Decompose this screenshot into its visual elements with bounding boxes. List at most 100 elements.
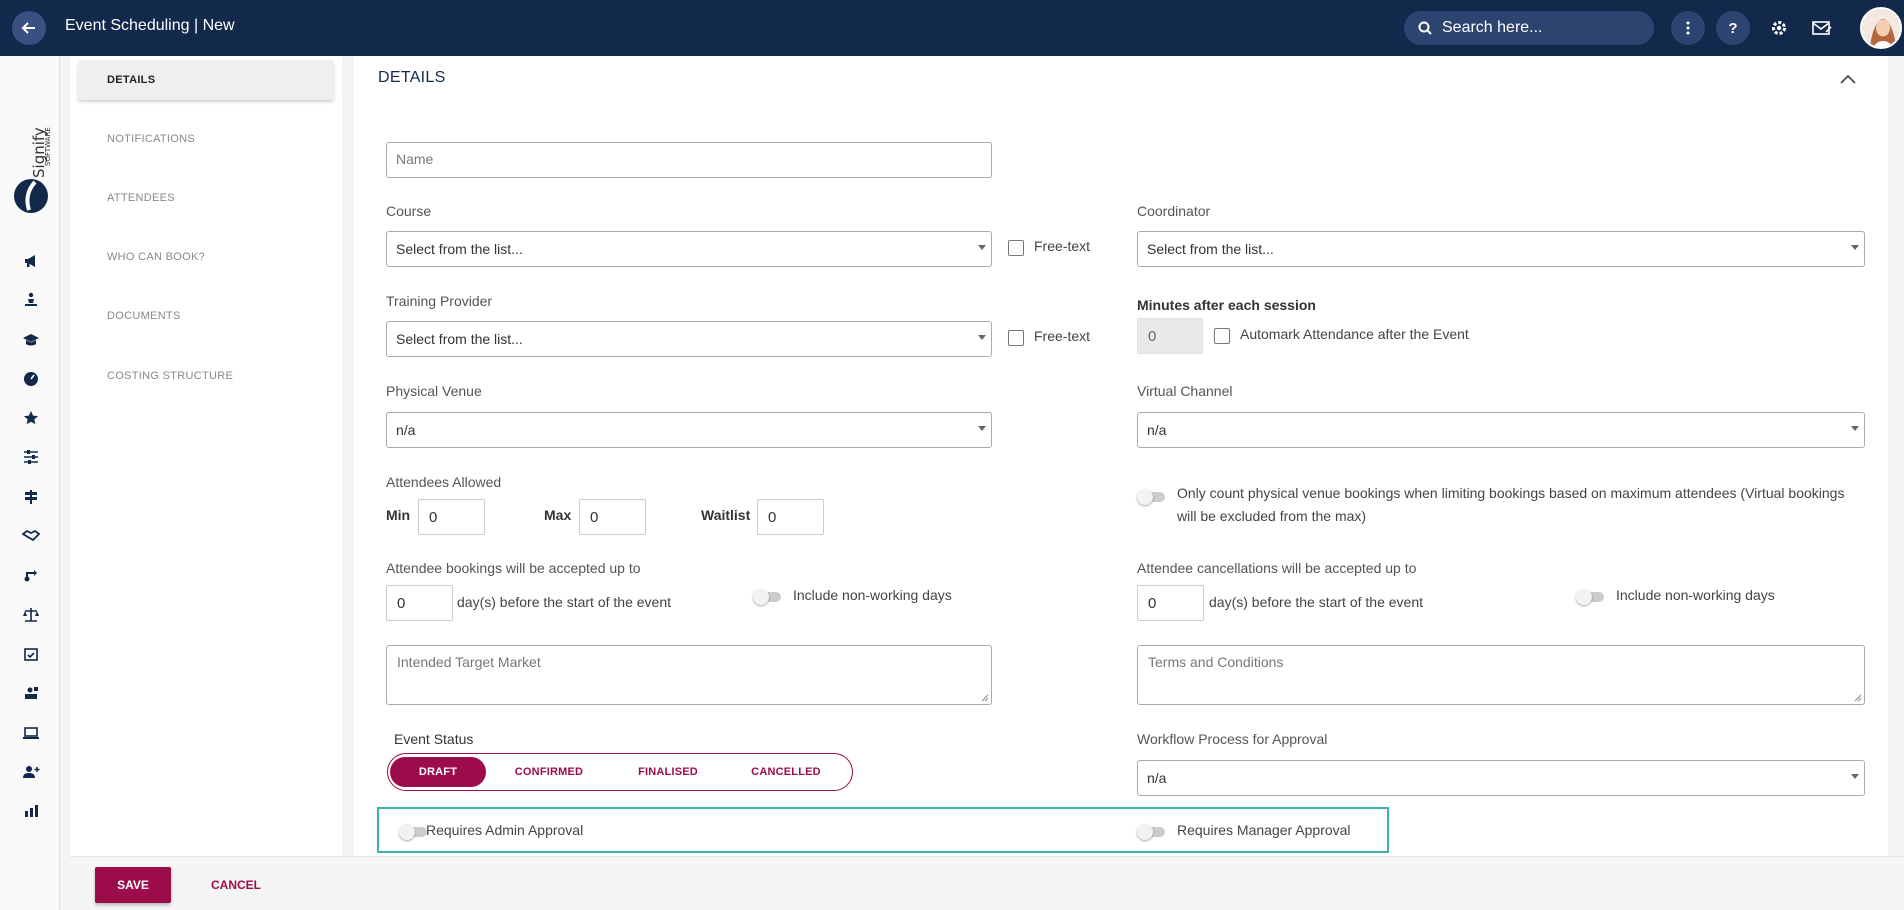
search-icon bbox=[1418, 21, 1432, 35]
physical-venue-select[interactable]: n/a bbox=[386, 412, 992, 448]
user-avatar[interactable] bbox=[1860, 7, 1902, 49]
chevron-down-icon bbox=[1851, 245, 1859, 250]
only-count-physical-toggle[interactable] bbox=[1137, 489, 1167, 505]
status-confirmed-button[interactable]: CONFIRMED bbox=[486, 757, 612, 787]
star-icon[interactable] bbox=[20, 407, 42, 429]
section-documents[interactable]: DOCUMENTS bbox=[78, 296, 334, 336]
handshake-icon[interactable] bbox=[20, 525, 42, 547]
chevron-down-icon bbox=[978, 245, 986, 250]
terms-textarea[interactable]: Terms and Conditions bbox=[1137, 645, 1865, 705]
section-notifications[interactable]: NOTIFICATIONS bbox=[78, 119, 334, 159]
physical-venue-label: Physical Venue bbox=[386, 383, 482, 399]
min-label: Min bbox=[386, 507, 411, 523]
manager-approval-label: Requires Manager Approval bbox=[1177, 822, 1351, 838]
user-add-icon[interactable] bbox=[20, 761, 42, 783]
resize-handle-icon[interactable] bbox=[981, 694, 989, 702]
waitlist-input[interactable]: 0 bbox=[757, 499, 824, 535]
physical-venue-value: n/a bbox=[396, 422, 416, 438]
back-button[interactable] bbox=[12, 11, 46, 45]
chevron-down-icon bbox=[978, 426, 986, 431]
scrollbar[interactable] bbox=[1888, 56, 1904, 856]
scales-icon[interactable] bbox=[20, 604, 42, 626]
settings-button[interactable] bbox=[1767, 16, 1791, 40]
status-cancelled-button[interactable]: CANCELLED bbox=[724, 757, 848, 787]
chevron-down-icon bbox=[978, 335, 986, 340]
course-label: Course bbox=[386, 203, 432, 219]
cancellations-days-input[interactable]: 0 bbox=[1137, 585, 1204, 621]
section-nav: DETAILS NOTIFICATIONS ATTENDEES WHO CAN … bbox=[70, 56, 342, 856]
gear-icon bbox=[1772, 21, 1786, 35]
max-label: Max bbox=[544, 507, 572, 523]
mail-icon bbox=[1812, 21, 1832, 35]
virtual-channel-value: n/a bbox=[1147, 422, 1167, 438]
route-icon[interactable] bbox=[20, 564, 42, 586]
person-lectern-icon[interactable] bbox=[20, 289, 42, 311]
page-title: Event Scheduling | New bbox=[65, 17, 235, 34]
automark-checkbox[interactable] bbox=[1214, 328, 1230, 344]
attendees-allowed-label: Attendees Allowed bbox=[386, 474, 502, 490]
signify-logo: Signify SOFTWARE bbox=[10, 90, 54, 220]
training-provider-select[interactable]: Select from the list... bbox=[386, 321, 992, 357]
signpost-icon[interactable] bbox=[20, 486, 42, 508]
admin-approval-toggle[interactable] bbox=[399, 824, 429, 840]
manager-approval-toggle[interactable] bbox=[1137, 824, 1167, 840]
training-provider-freetext-checkbox[interactable] bbox=[1008, 330, 1024, 346]
details-panel: DETAILS Name Course Select from the list… bbox=[354, 56, 1888, 856]
status-draft-button[interactable]: DRAFT bbox=[390, 757, 486, 787]
max-attendees-input[interactable]: 0 bbox=[579, 499, 646, 535]
cancellations-nonworking-toggle[interactable] bbox=[1576, 589, 1606, 605]
section-costing-structure[interactable]: COSTING STRUCTURE bbox=[78, 356, 334, 396]
bookings-suffix: day(s) before the start of the event bbox=[457, 594, 672, 610]
more-options-button[interactable] bbox=[1671, 11, 1705, 45]
event-status-toggle: DRAFT CONFIRMED FINALISED CANCELLED bbox=[387, 753, 853, 791]
bookings-label: Attendee bookings will be accepted up to bbox=[386, 560, 641, 576]
minutes-after-input[interactable]: 0 bbox=[1137, 318, 1203, 354]
only-count-line-2: will be excluded from the max) bbox=[1177, 508, 1367, 524]
dashboard-gauge-icon[interactable] bbox=[20, 368, 42, 390]
course-freetext-checkbox[interactable] bbox=[1008, 240, 1024, 256]
workflow-label: Workflow Process for Approval bbox=[1137, 731, 1328, 747]
event-status-label: Event Status bbox=[394, 731, 474, 747]
bookings-nonworking-toggle[interactable] bbox=[753, 589, 783, 605]
chart-icon[interactable] bbox=[20, 800, 42, 822]
virtual-channel-label: Virtual Channel bbox=[1137, 383, 1233, 399]
waitlist-label: Waitlist bbox=[701, 507, 751, 523]
name-field[interactable]: Name bbox=[386, 142, 992, 178]
min-attendees-input[interactable]: 0 bbox=[418, 499, 485, 535]
search-input[interactable]: Search here... bbox=[1404, 11, 1654, 45]
coordinator-select[interactable]: Select from the list... bbox=[1137, 231, 1865, 267]
sliders-icon[interactable] bbox=[20, 446, 42, 468]
automark-label: Automark Attendance after the Event bbox=[1240, 326, 1469, 342]
user-box-icon[interactable] bbox=[20, 682, 42, 704]
status-finalised-button[interactable]: FINALISED bbox=[612, 757, 724, 787]
training-provider-select-value: Select from the list... bbox=[396, 331, 523, 347]
megaphone-icon[interactable] bbox=[20, 250, 42, 272]
graduation-cap-icon[interactable] bbox=[20, 329, 42, 351]
minutes-after-label: Minutes after each session bbox=[1137, 297, 1316, 313]
footer-bar: SAVE CANCEL bbox=[70, 856, 1904, 910]
section-who-can-book[interactable]: WHO CAN BOOK? bbox=[78, 237, 334, 277]
section-details[interactable]: DETAILS bbox=[78, 60, 334, 100]
workflow-select[interactable]: n/a bbox=[1137, 760, 1865, 796]
section-attendees[interactable]: ATTENDEES bbox=[78, 178, 334, 218]
messages-button[interactable] bbox=[1810, 16, 1834, 40]
collapse-button[interactable] bbox=[1838, 70, 1858, 90]
laptop-icon[interactable] bbox=[20, 722, 42, 744]
course-select[interactable]: Select from the list... bbox=[386, 231, 992, 267]
search-placeholder: Search here... bbox=[1442, 19, 1543, 36]
bookings-days-input[interactable]: 0 bbox=[386, 585, 453, 621]
coordinator-select-value: Select from the list... bbox=[1147, 241, 1274, 257]
target-market-placeholder: Intended Target Market bbox=[397, 654, 541, 670]
cancel-button[interactable]: CANCEL bbox=[200, 867, 272, 903]
training-provider-freetext-label: Free-text bbox=[1034, 328, 1091, 344]
cancellations-suffix: day(s) before the start of the event bbox=[1209, 594, 1424, 610]
course-freetext-label: Free-text bbox=[1034, 238, 1091, 254]
bookings-nonworking-label: Include non-working days bbox=[793, 587, 952, 603]
help-button[interactable]: ? bbox=[1716, 11, 1750, 45]
resize-handle-icon[interactable] bbox=[1854, 694, 1862, 702]
virtual-channel-select[interactable]: n/a bbox=[1137, 412, 1865, 448]
target-market-textarea[interactable]: Intended Target Market bbox=[386, 645, 992, 705]
save-button[interactable]: SAVE bbox=[95, 867, 171, 903]
training-provider-label: Training Provider bbox=[386, 293, 493, 309]
calendar-check-icon[interactable] bbox=[20, 643, 42, 665]
